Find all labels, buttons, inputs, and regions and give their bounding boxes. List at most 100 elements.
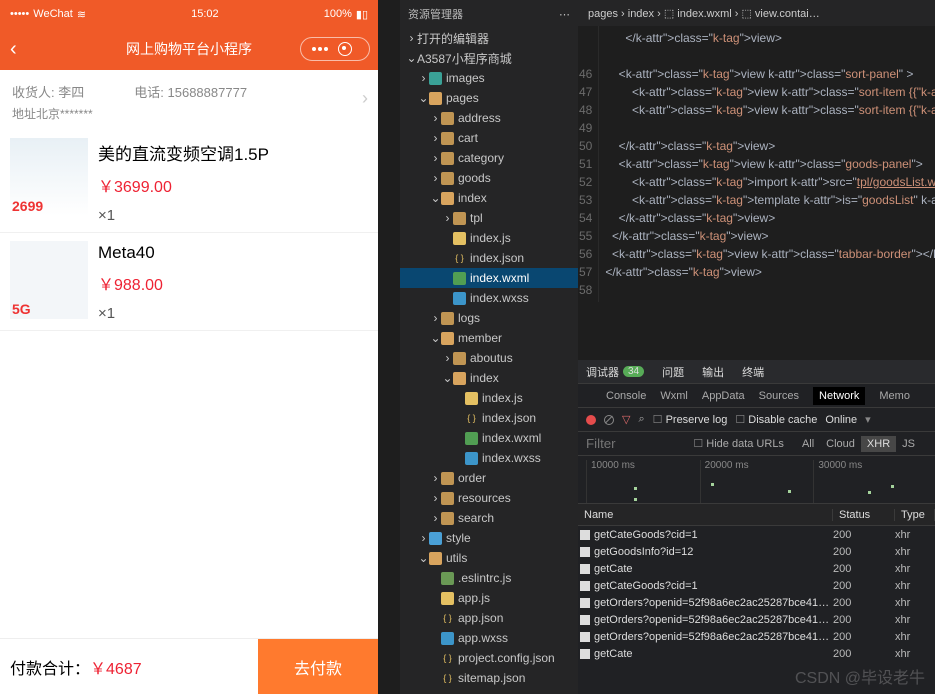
- tree-item[interactable]: index.js: [400, 388, 578, 408]
- file-tree[interactable]: ›打开的编辑器 ⌄A3587小程序商城 › images ⌄ pages › a…: [400, 28, 578, 694]
- col-type[interactable]: Type: [895, 509, 935, 521]
- tree-item[interactable]: { } app.json: [400, 608, 578, 628]
- chevron-right-icon[interactable]: ›: [362, 88, 368, 109]
- network-row[interactable]: getOrders?openid=52f98a6ec2ac25287bce413…: [578, 611, 935, 628]
- tree-item[interactable]: › cart: [400, 128, 578, 148]
- devtools-tabs[interactable]: Console Wxml AppData Sources Network Memo: [578, 384, 935, 408]
- devtools-tab[interactable]: Wxml: [660, 390, 688, 402]
- col-name[interactable]: Name: [578, 509, 833, 521]
- filter-input[interactable]: [586, 436, 656, 451]
- code-editor[interactable]: pages › index › ⬚ index.wxml › ⬚ view.co…: [578, 0, 935, 360]
- filter-segment[interactable]: All: [796, 436, 820, 452]
- network-filter-bar[interactable]: Hide data URLs AllCloudXHRJS: [578, 432, 935, 456]
- tree-item[interactable]: ⌄ utils: [400, 548, 578, 568]
- filter-segment[interactable]: XHR: [861, 436, 896, 452]
- receiver-name: 李四: [58, 85, 84, 100]
- tree-item[interactable]: .eslintrc.js: [400, 568, 578, 588]
- chevron-icon: ›: [430, 151, 441, 165]
- tree-item[interactable]: index.wxss: [400, 288, 578, 308]
- disable-cache-checkbox[interactable]: Disable cache: [735, 413, 817, 426]
- tree-item[interactable]: › style: [400, 528, 578, 548]
- record-icon[interactable]: [586, 415, 596, 425]
- throttling-select[interactable]: Online: [825, 414, 857, 426]
- tree-section[interactable]: ›打开的编辑器: [400, 28, 578, 48]
- goods-list: 2699 美的直流变频空调1.5P ￥3699.00 ×1 5G Meta40 …: [0, 130, 378, 638]
- close-miniapp-icon[interactable]: [338, 42, 352, 56]
- file-icon: [429, 72, 442, 85]
- network-row[interactable]: getCateGoods?cid=1 200 xhr: [578, 577, 935, 594]
- chevron-down-icon[interactable]: ▾: [865, 413, 871, 426]
- file-icon: [441, 192, 454, 205]
- pay-button[interactable]: 去付款: [258, 639, 378, 694]
- network-row[interactable]: getOrders?openid=52f98a6ec2ac25287bce413…: [578, 628, 935, 645]
- tree-item[interactable]: › goods: [400, 168, 578, 188]
- devtools-tab[interactable]: Network: [813, 387, 865, 405]
- tree-item[interactable]: › order: [400, 468, 578, 488]
- search-icon[interactable]: ⌕: [638, 413, 644, 426]
- preserve-log-checkbox[interactable]: Preserve log: [653, 413, 728, 426]
- tree-item[interactable]: ⌄ index: [400, 188, 578, 208]
- tree-label: index.wxss: [470, 291, 529, 305]
- tab-output[interactable]: 输出: [702, 364, 724, 380]
- network-row[interactable]: getCateGoods?cid=1 200 xhr: [578, 526, 935, 543]
- tree-item[interactable]: ⌄ member: [400, 328, 578, 348]
- clear-icon[interactable]: [604, 415, 614, 425]
- request-name: getCate: [594, 563, 833, 575]
- devtools-top-tabs[interactable]: 调试器 34 问题 输出 终端: [578, 360, 935, 384]
- tree-item[interactable]: index.wxss: [400, 448, 578, 468]
- tree-item[interactable]: › category: [400, 148, 578, 168]
- tree-item[interactable]: ⌄ index: [400, 368, 578, 388]
- network-toolbar[interactable]: ▽ ⌕ Preserve log Disable cache Online ▾: [578, 408, 935, 432]
- tree-item[interactable]: app.wxss: [400, 628, 578, 648]
- tree-item[interactable]: { } sitemap.json: [400, 668, 578, 688]
- tree-item[interactable]: › search: [400, 508, 578, 528]
- tree-item[interactable]: › resources: [400, 488, 578, 508]
- cart-item[interactable]: 5G Meta40 ￥988.00 ×1: [0, 233, 378, 331]
- more-icon[interactable]: [318, 47, 322, 51]
- filter-icon[interactable]: ▽: [622, 413, 630, 426]
- tree-item[interactable]: app.js: [400, 588, 578, 608]
- filter-segment[interactable]: JS: [896, 436, 921, 452]
- editor-breadcrumbs[interactable]: pages › index › ⬚ index.wxml › ⬚ view.co…: [578, 0, 935, 26]
- chevron-icon: ›: [430, 111, 441, 125]
- tree-item[interactable]: { } index.json: [400, 408, 578, 428]
- network-row[interactable]: getCate 200 xhr: [578, 560, 935, 577]
- tree-item[interactable]: ⌄ pages: [400, 88, 578, 108]
- capsule-button[interactable]: [300, 37, 370, 61]
- more-icon[interactable]: ⋯: [559, 8, 570, 21]
- tab-problems[interactable]: 问题: [662, 364, 684, 380]
- network-row[interactable]: getCate 200 xhr: [578, 645, 935, 662]
- tree-item[interactable]: index.wxml: [400, 428, 578, 448]
- tree-item[interactable]: index.wxml: [400, 268, 578, 288]
- breadcrumb[interactable]: pages › index › ⬚ index.wxml › ⬚ view.co…: [588, 7, 820, 20]
- devtools-tab[interactable]: Console: [606, 390, 646, 402]
- tree-item[interactable]: › tpl: [400, 208, 578, 228]
- filter-segment[interactable]: Cloud: [820, 436, 861, 452]
- address-block[interactable]: 收货人: 李四 电话: 15688887777 地址北京******* ›: [0, 70, 378, 130]
- tree-item[interactable]: { } project.config.json: [400, 648, 578, 668]
- product-thumb: 2699: [10, 138, 88, 216]
- tab-debugger[interactable]: 调试器: [586, 364, 619, 380]
- tree-item[interactable]: › images: [400, 68, 578, 88]
- tree-item[interactable]: { } index.json: [400, 248, 578, 268]
- network-columns[interactable]: Name Status Type: [578, 504, 935, 526]
- tree-item[interactable]: › aboutus: [400, 348, 578, 368]
- cart-item[interactable]: 2699 美的直流变频空调1.5P ￥3699.00 ×1: [0, 130, 378, 233]
- devtools-tab[interactable]: Memo: [879, 390, 910, 402]
- network-timeline[interactable]: 10000 ms20000 ms30000 ms: [578, 456, 935, 504]
- col-status[interactable]: Status: [833, 509, 895, 521]
- filter-segments[interactable]: AllCloudXHRJS: [790, 436, 927, 452]
- code-lines[interactable]: </k-attr">class="k-tag">view> <k-attr">c…: [599, 26, 935, 302]
- tab-terminal[interactable]: 终端: [742, 364, 764, 380]
- tree-item[interactable]: › logs: [400, 308, 578, 328]
- network-row[interactable]: getGoodsInfo?id=12 200 xhr: [578, 543, 935, 560]
- devtools-tab[interactable]: AppData: [702, 390, 745, 402]
- back-icon[interactable]: ‹: [10, 38, 17, 61]
- network-row[interactable]: getOrders?openid=52f98a6ec2ac25287bce413…: [578, 594, 935, 611]
- tree-item[interactable]: index.js: [400, 228, 578, 248]
- product-title: 美的直流变频空调1.5P: [98, 140, 368, 165]
- hide-data-urls-checkbox[interactable]: Hide data URLs: [687, 435, 790, 452]
- devtools-tab[interactable]: Sources: [759, 390, 799, 402]
- tree-section[interactable]: ⌄A3587小程序商城: [400, 48, 578, 68]
- tree-item[interactable]: › address: [400, 108, 578, 128]
